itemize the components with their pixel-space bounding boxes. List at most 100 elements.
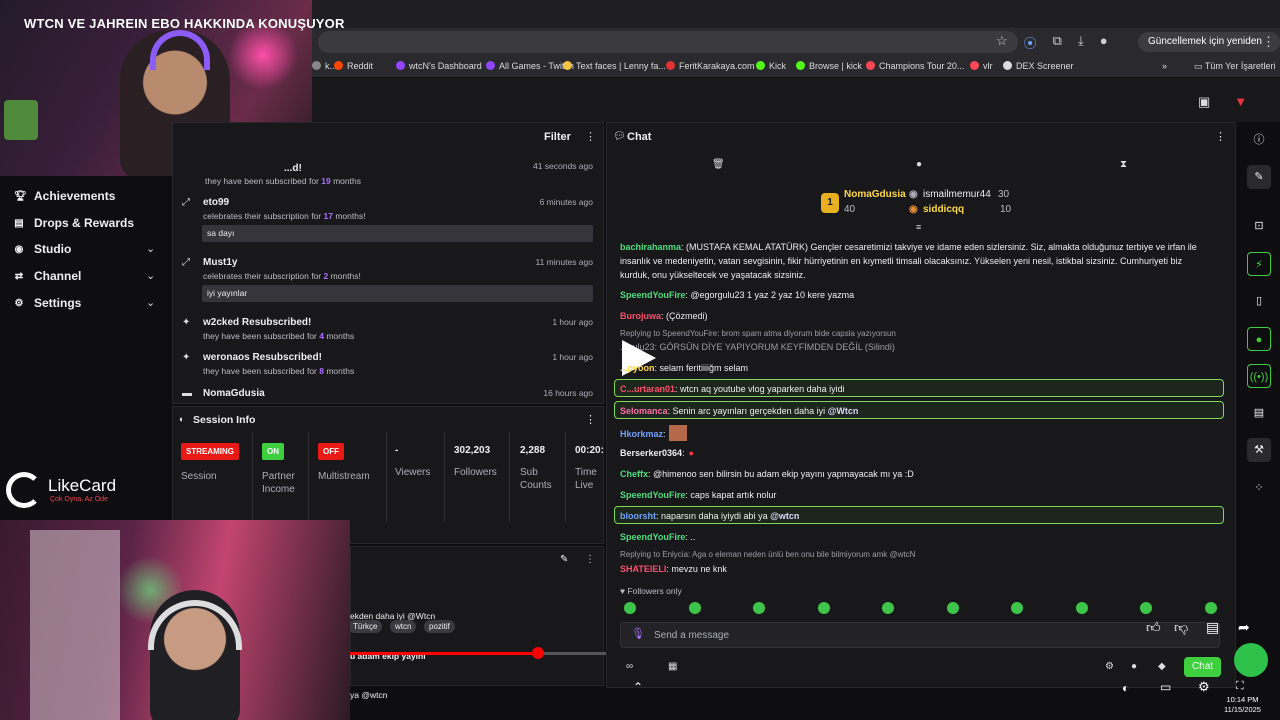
video-progress-handle[interactable]	[532, 647, 544, 659]
dislike-icon[interactable]: 👎︎	[1174, 619, 1188, 636]
chat-bubble-icon[interactable]: ●	[1247, 327, 1271, 351]
bookmark-item[interactable]: wtcN's Dashboard	[396, 61, 482, 71]
channel-logo-icon[interactable]: ▼	[1234, 94, 1247, 110]
document-icon[interactable]: ▯	[1247, 289, 1271, 313]
sidebar-item-studio[interactable]: ◉ Studio	[14, 242, 72, 256]
bookmark-item[interactable]: All Games - Twitch	[486, 61, 574, 71]
bookmark-item[interactable]: Text faces | Lenny fa...	[563, 61, 666, 71]
chat-mention[interactable]: @Wtcn	[828, 406, 859, 416]
tag-positive[interactable]: pozitif	[424, 620, 455, 633]
sidebar-item-settings[interactable]: ⚙ Settings	[14, 296, 82, 310]
wrench-icon[interactable]: ⚒	[1247, 438, 1271, 462]
emote-picker-item[interactable]	[946, 602, 959, 614]
filter-button[interactable]: Filter	[544, 131, 571, 143]
chat-username[interactable]: Berserker0364	[620, 448, 682, 458]
feed-menu-icon[interactable]: ⋮	[585, 130, 596, 143]
bookmark-item[interactable]: Champions Tour 20...	[866, 61, 964, 71]
tag-turkish[interactable]: Türkçe	[348, 620, 383, 633]
expand-leaderboard-icon[interactable]: ≡	[916, 222, 921, 232]
chevron-down-icon[interactable]: ⌄	[146, 242, 155, 255]
connections-icon[interactable]: ⁘	[1247, 476, 1271, 500]
info-icon[interactable]: ⓘ	[1247, 128, 1271, 152]
share-icon[interactable]: ➦	[1238, 619, 1250, 636]
comments-icon[interactable]: ▤	[1206, 619, 1219, 636]
emote-picker-item[interactable]	[1140, 602, 1152, 614]
chat-username[interactable]: bachirahanma	[620, 242, 681, 252]
leaderboard-second-name[interactable]: ismailmemur44	[923, 189, 991, 200]
hourglass-icon[interactable]: ⧗	[1120, 159, 1127, 170]
chat-username[interactable]: Hkorkmaz	[620, 429, 663, 439]
bookmark-item[interactable]: Browse | kick	[796, 61, 862, 71]
chat-username[interactable]: SpeendYouFire	[620, 532, 685, 542]
bookmark-item[interactable]: DEX Screener	[1003, 61, 1074, 71]
chat-username[interactable]: C...urtaran01	[620, 384, 675, 394]
all-bookmarks-folder[interactable]: ▭ Tüm Yer İşaretleri	[1194, 61, 1275, 72]
chat-send-button[interactable]: Chat	[1184, 657, 1221, 677]
chat-menu-icon[interactable]: ⋮	[1215, 130, 1226, 143]
chevron-down-icon[interactable]: ⌄	[146, 296, 155, 309]
loop-icon[interactable]: ∞	[626, 661, 633, 672]
chat-username[interactable]: bloorsht	[620, 511, 656, 521]
pencil-icon[interactable]: ✎	[1247, 165, 1271, 189]
printer-icon[interactable]: ▤	[1247, 401, 1271, 425]
sidebar-item-drops[interactable]: ▤ Drops & Rewards	[14, 216, 134, 230]
chevron-up-icon[interactable]: ⌃	[633, 680, 643, 694]
emote-picker-item[interactable]	[624, 602, 636, 614]
screenshot-icon[interactable]: ⊡	[1247, 214, 1271, 238]
channel-avatar[interactable]	[1234, 643, 1268, 677]
emote-picker-item[interactable]	[753, 602, 765, 614]
chat-username[interactable]: SpeendYouFire	[620, 490, 685, 500]
emote-picker-item[interactable]	[1075, 602, 1088, 614]
chat-mention[interactable]: @wtcn	[770, 511, 799, 521]
chevron-down-icon[interactable]: ⌄	[146, 269, 155, 282]
like-icon[interactable]: 👍︎	[1146, 619, 1161, 636]
profile-icon[interactable]: ●	[1100, 33, 1108, 52]
bookmarks-overflow-icon[interactable]: »	[1162, 61, 1167, 71]
sidebar-item-channel[interactable]: ⇄ Channel	[14, 269, 82, 283]
fullscreen-icon[interactable]: ⛶	[1236, 680, 1244, 693]
edit-icon[interactable]: ✎	[560, 554, 568, 565]
event-name[interactable]: NomaGdusia	[203, 388, 265, 399]
bookmark-item[interactable]: FeritKarakaya.com	[666, 61, 755, 71]
microphone-icon[interactable]: 🎙︎	[631, 627, 645, 640]
emote-picker-item[interactable]	[882, 602, 894, 614]
trash-icon[interactable]: 🗑︎	[712, 159, 725, 170]
broadcast-icon[interactable]: ((•))	[1247, 364, 1271, 388]
extensions-icon[interactable]: ⧉	[1053, 33, 1062, 52]
leaderboard-top-name[interactable]: NomaGdusia	[844, 189, 906, 200]
tag-wtcn[interactable]: wtcn	[390, 620, 417, 633]
bolt-icon[interactable]: ⚡︎	[1247, 252, 1271, 276]
bookmark-star-icon[interactable]: ☆	[996, 33, 1008, 52]
emote-picker-item[interactable]	[688, 602, 701, 614]
session-menu-icon[interactable]: ⋮	[585, 413, 596, 426]
chat-username[interactable]: Burojuwa	[620, 311, 661, 321]
event-name[interactable]: w2cked Resubscribed!	[203, 317, 311, 328]
cast-icon[interactable]: ⦿	[1024, 33, 1037, 52]
event-name[interactable]: weronaos Resubscribed!	[203, 352, 322, 363]
chat-username[interactable]: Selomanca	[620, 406, 668, 416]
event-name[interactable]: Must1y	[203, 257, 237, 268]
emote-picker-item[interactable]	[1204, 602, 1217, 614]
chat-username[interactable]: SHATEIELI	[620, 564, 666, 574]
sidebar-item-achievements[interactable]: 🏆︎ Achievements	[14, 189, 115, 203]
leaderboard-third-name[interactable]: siddicqq	[923, 204, 964, 215]
speech-bubble-icon[interactable]: ●	[916, 159, 922, 170]
event-name[interactable]: eto99	[203, 197, 229, 208]
update-restart-button[interactable]: Güncellemek için yeniden başlat	[1138, 32, 1280, 67]
autoplay-toggle[interactable]: ◐	[1122, 681, 1129, 695]
emote-picker-item[interactable]	[1011, 602, 1023, 614]
chat-username[interactable]: SpeendYouFire	[620, 290, 685, 300]
chat-username[interactable]: ...pyoon	[620, 363, 655, 373]
settings-icon[interactable]: ⚙	[1105, 661, 1114, 672]
event-name[interactable]: ...d!	[284, 163, 302, 174]
download-icon[interactable]: ⤓	[1078, 33, 1084, 52]
bookmark-item[interactable]: vlr	[970, 61, 993, 71]
settings-gear-icon[interactable]: ⚙	[1198, 679, 1210, 695]
chat-username[interactable]: Cheffx	[620, 469, 648, 479]
bookmark-item[interactable]: Kick	[756, 61, 786, 71]
bookmark-item[interactable]: Reddit	[334, 61, 373, 71]
lower-panel-menu-icon[interactable]: ⋮	[585, 554, 595, 565]
mascot-icon[interactable]: ◆	[1158, 661, 1166, 672]
browser-menu-icon[interactable]: ⋮	[1262, 34, 1275, 50]
bubble-icon[interactable]: ●	[1131, 661, 1137, 672]
